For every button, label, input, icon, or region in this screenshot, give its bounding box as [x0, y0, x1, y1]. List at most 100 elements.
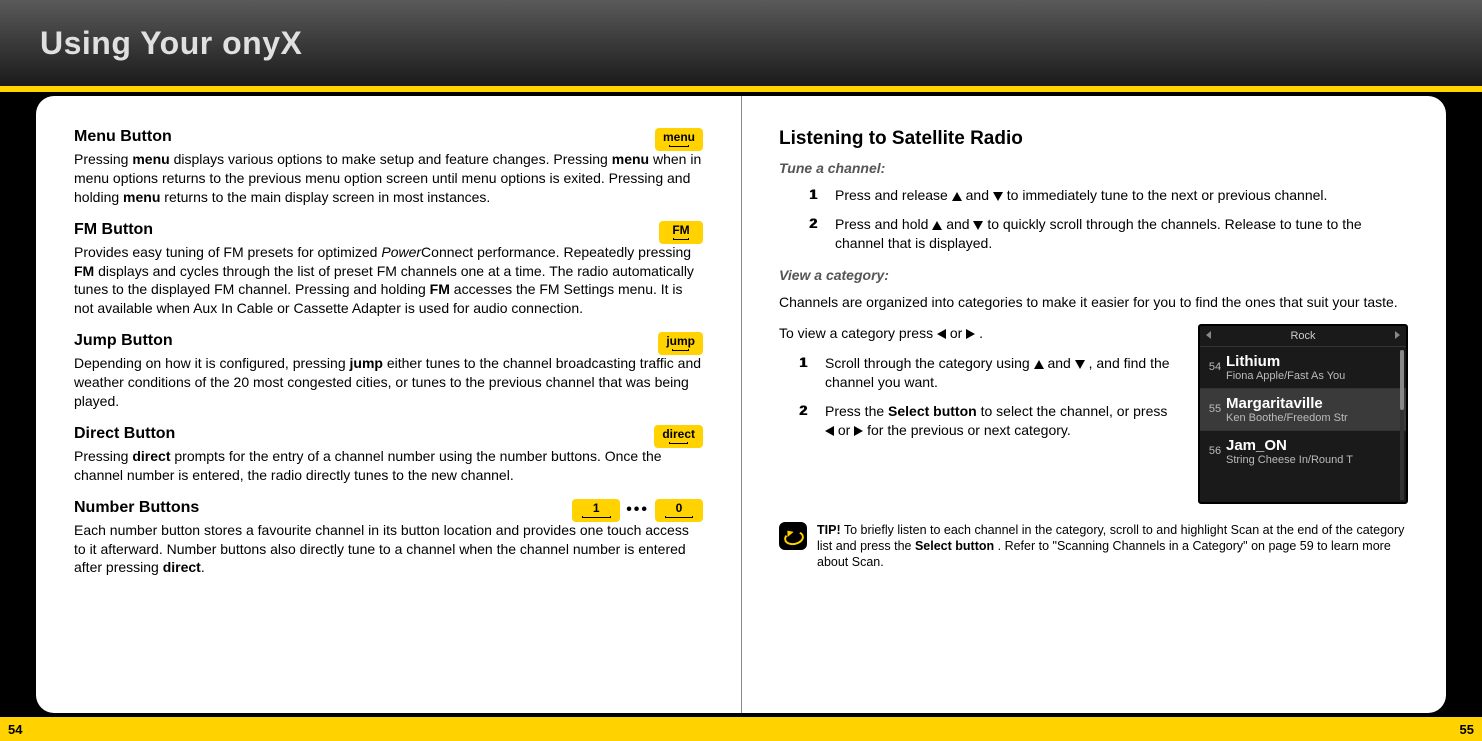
section-menu-button: menu Menu Button Pressing menu displays …	[74, 128, 703, 207]
left-arrow-icon	[825, 426, 834, 436]
menu-section-body: Pressing menu displays various options t…	[74, 150, 703, 207]
text-part: to immediately tune to the next or previ…	[1007, 187, 1328, 203]
content-outer: menu Menu Button Pressing menu displays …	[0, 92, 1482, 717]
scrollbar-thumb	[1400, 350, 1404, 410]
text-part: Press the	[825, 403, 888, 419]
button-underbar-icon	[669, 145, 688, 147]
step-number: 1	[809, 186, 835, 205]
step-number: 2	[809, 215, 835, 253]
channel-name: Jam_ON	[1226, 437, 1398, 454]
number-1-label: 1	[593, 501, 600, 515]
ellipsis-icon: •••	[626, 501, 649, 519]
section-jump-button: jump Jump Button Depending on how it is …	[74, 332, 703, 411]
number-section-body: Each number button stores a favourite ch…	[74, 521, 703, 578]
down-arrow-icon	[993, 192, 1003, 201]
tip-label: TIP!	[817, 523, 841, 537]
right-lower-row: To view a category press or . 1 Scroll t…	[779, 324, 1408, 504]
tune-step-1: 1 Press and release and to immediately t…	[809, 186, 1408, 205]
channel-info: Jam_ONString Cheese In/Round T	[1226, 437, 1398, 466]
step-number: 2	[799, 402, 825, 440]
header: Using Your onyX	[0, 0, 1482, 92]
number-buttons-icons: 1 ••• 0	[572, 499, 703, 522]
left-column: menu Menu Button Pressing menu displays …	[36, 96, 741, 713]
page: Using Your onyX menu Menu Button Pressin…	[0, 0, 1482, 741]
view-step-1: 1 Scroll through the category using and …	[799, 354, 1178, 392]
right-title: Listening to Satellite Radio	[779, 128, 1408, 150]
text-part: to select the channel, or press	[981, 403, 1168, 419]
direct-section-title: Direct Button	[74, 425, 703, 443]
button-underbar-icon	[669, 442, 689, 444]
direct-section-body: Pressing direct prompts for the entry of…	[74, 447, 703, 485]
page-number-left: 54	[8, 722, 22, 737]
step-text: Press and hold and to quickly scroll thr…	[835, 215, 1408, 253]
fm-button-icon: FM	[659, 221, 703, 244]
text-bold: Select button	[888, 403, 977, 419]
up-arrow-icon	[952, 192, 962, 201]
view-subhead: View a category:	[779, 267, 1408, 283]
right-arrow-icon	[854, 426, 863, 436]
device-category-label: Rock	[1290, 330, 1315, 342]
jump-button-label: jump	[666, 334, 695, 348]
right-arrow-icon	[966, 329, 975, 339]
step-text: Scroll through the category using and , …	[825, 354, 1178, 392]
device-screen: Rock 54LithiumFiona Apple/Fast As You55M…	[1198, 324, 1408, 504]
step-number: 1	[799, 354, 825, 392]
text-part: To view a category press	[779, 325, 937, 341]
jump-section-title: Jump Button	[74, 332, 703, 350]
up-arrow-icon	[932, 221, 942, 230]
menu-section-title: Menu Button	[74, 128, 703, 146]
menu-button-icon: menu	[655, 128, 703, 151]
button-underbar-icon	[665, 516, 694, 518]
channel-artist: Ken Boothe/Freedom Str	[1226, 412, 1398, 424]
text-part: .	[979, 325, 983, 341]
text-part: Scroll through the category using	[825, 355, 1034, 371]
view-step-2: 2 Press the Select button to select the …	[799, 402, 1178, 440]
text-part: Press and hold	[835, 216, 932, 232]
text-part: or	[950, 325, 966, 341]
scrollbar	[1400, 350, 1404, 500]
right-column: Listening to Satellite Radio Tune a chan…	[741, 96, 1446, 713]
right-arrow-icon	[1395, 331, 1400, 339]
channel-name: Margaritaville	[1226, 395, 1398, 412]
tip-icon	[779, 522, 807, 550]
channel-number: 56	[1204, 445, 1226, 457]
channel-info: LithiumFiona Apple/Fast As You	[1226, 353, 1398, 382]
fm-section-body: Provides easy tuning of FM presets for o…	[74, 243, 703, 319]
number-1-button-icon: 1	[572, 499, 620, 522]
jump-button-icon: jump	[658, 332, 703, 355]
step-text: Press the Select button to select the ch…	[825, 402, 1178, 440]
text-part: or	[838, 422, 854, 438]
view-intro-text: Channels are organized into categories t…	[779, 293, 1408, 312]
text-part: Press and release	[835, 187, 952, 203]
device-rows: 54LithiumFiona Apple/Fast As You55Margar…	[1200, 346, 1406, 472]
section-direct-button: direct Direct Button Pressing direct pro…	[74, 425, 703, 485]
button-underbar-icon	[582, 516, 611, 518]
left-arrow-icon	[937, 329, 946, 339]
channel-info: MargaritavilleKen Boothe/Freedom Str	[1226, 395, 1398, 424]
channel-number: 54	[1204, 361, 1226, 373]
tune-step-2: 2 Press and hold and to quickly scroll t…	[809, 215, 1408, 253]
content-inner: menu Menu Button Pressing menu displays …	[36, 96, 1446, 713]
fm-section-title: FM Button	[74, 221, 703, 239]
number-0-button-icon: 0	[655, 499, 703, 522]
button-underbar-icon	[673, 238, 690, 240]
direct-button-icon: direct	[654, 425, 703, 448]
down-arrow-icon	[973, 221, 983, 230]
left-arrow-icon	[1206, 331, 1211, 339]
down-arrow-icon	[1075, 360, 1085, 369]
tip-text: TIP! To briefly listen to each channel i…	[817, 522, 1408, 571]
device-channel-row: 56Jam_ONString Cheese In/Round T	[1200, 430, 1406, 472]
page-title: Using Your onyX	[40, 25, 302, 62]
channel-artist: String Cheese In/Round T	[1226, 454, 1398, 466]
device-channel-row: 55MargaritavilleKen Boothe/Freedom Str	[1200, 388, 1406, 430]
menu-button-label: menu	[663, 130, 695, 144]
page-number-right: 55	[1460, 722, 1474, 737]
channel-name: Lithium	[1226, 353, 1398, 370]
device-channel-row: 54LithiumFiona Apple/Fast As You	[1200, 346, 1406, 388]
channel-number: 55	[1204, 403, 1226, 415]
channel-artist: Fiona Apple/Fast As You	[1226, 370, 1398, 382]
view-lead-text: To view a category press or .	[779, 324, 1178, 343]
tip-box: TIP! To briefly listen to each channel i…	[779, 522, 1408, 571]
footer: 54 55	[0, 717, 1482, 741]
tune-steps: 1 Press and release and to immediately t…	[809, 186, 1408, 253]
